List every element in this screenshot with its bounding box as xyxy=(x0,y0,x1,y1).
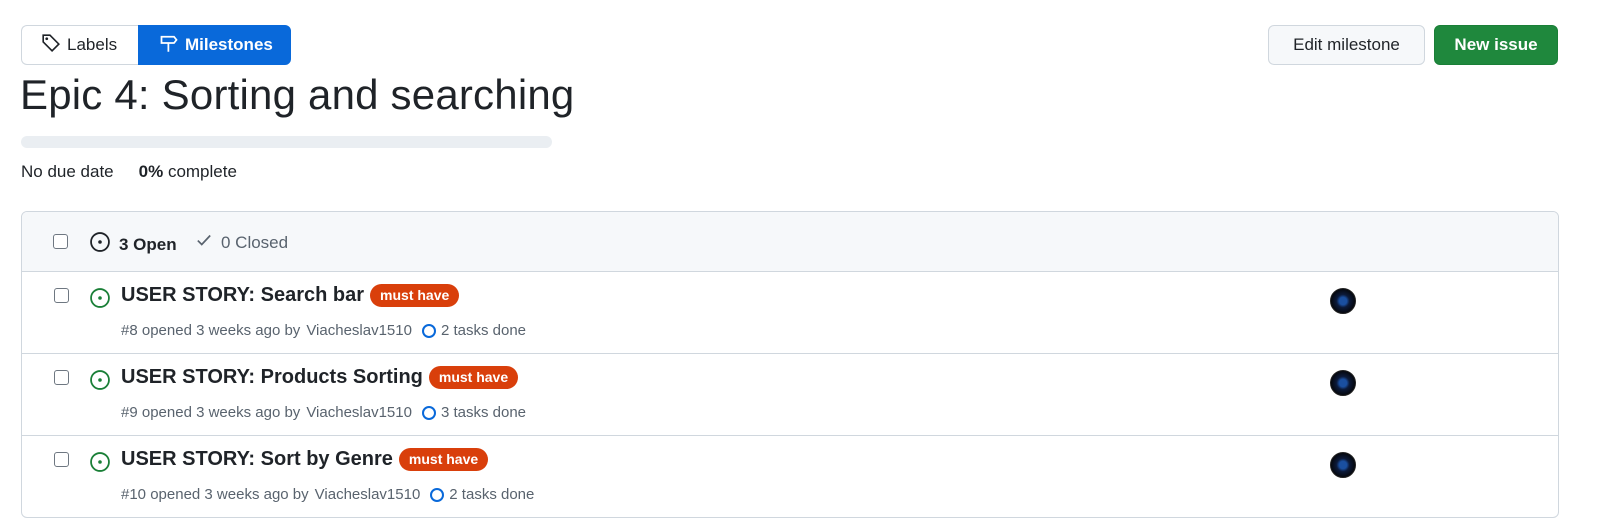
issue-tasks: 2 tasks done xyxy=(421,322,527,339)
issues-list-header: 3 Open 0 Closed xyxy=(22,212,1558,272)
milestone-title: Epic 4: Sorting and searching xyxy=(20,71,575,118)
assignee-avatar[interactable] xyxy=(1330,370,1356,396)
issue-opened-info: #10 opened 3 weeks ago by xyxy=(121,486,309,503)
issue-opened-icon xyxy=(89,287,111,314)
open-issues-filter[interactable]: 3 Open xyxy=(89,231,177,258)
tag-icon xyxy=(41,33,61,58)
issue-opened-icon xyxy=(89,231,111,258)
issue-label-badge[interactable]: must have xyxy=(370,284,460,307)
check-icon xyxy=(195,231,213,254)
issue-author-link[interactable]: Viacheslav1510 xyxy=(306,404,412,421)
labels-button[interactable]: Labels xyxy=(21,25,138,65)
issue-opened-info: #8 opened 3 weeks ago by xyxy=(121,322,301,339)
completion-status: 0% complete xyxy=(139,162,237,182)
progress-ring-icon xyxy=(421,405,436,420)
due-date: No due date xyxy=(21,162,114,181)
issue-tasks-label: 2 tasks done xyxy=(449,486,535,503)
labels-milestones-switcher: Labels Milestones xyxy=(21,25,291,65)
select-all-checkbox[interactable] xyxy=(53,234,68,249)
issues-list: 3 Open 0 Closed USER STORY: Search bar m… xyxy=(21,211,1559,518)
issue-tasks: 2 tasks done xyxy=(430,486,534,503)
milestones-button-label: Milestones xyxy=(185,35,273,54)
issue-checkbox[interactable] xyxy=(54,370,69,385)
issue-row: USER STORY: Products Sorting must have #… xyxy=(22,354,1558,436)
new-issue-button[interactable]: New issue xyxy=(1434,25,1558,65)
closed-issues-count: 0 Closed xyxy=(221,232,289,252)
open-issues-count: 3 Open xyxy=(119,234,177,254)
issue-row: USER STORY: Search bar must have #8 open… xyxy=(22,272,1558,354)
issue-author-link[interactable]: Viacheslav1510 xyxy=(306,322,412,339)
issue-title-link[interactable]: USER STORY: Sort by Genre xyxy=(121,448,393,471)
milestone-meta: No due date 0% complete xyxy=(21,162,237,182)
closed-issues-filter[interactable]: 0 Closed xyxy=(195,231,288,254)
issue-row: USER STORY: Sort by Genre must have #10 … xyxy=(22,436,1558,517)
milestones-button[interactable]: Milestones xyxy=(138,25,291,65)
issue-meta: #10 opened 3 weeks ago by Viacheslav1510… xyxy=(121,486,534,503)
issue-meta: #8 opened 3 weeks ago by Viacheslav1510 … xyxy=(121,322,526,339)
edit-milestone-button[interactable]: Edit milestone xyxy=(1268,25,1425,65)
issue-tasks: 3 tasks done xyxy=(421,404,527,421)
issue-title-line: USER STORY: Products Sorting must have xyxy=(121,366,519,389)
issue-title-link[interactable]: USER STORY: Search bar xyxy=(121,284,364,307)
completion-suffix: complete xyxy=(163,162,237,181)
assignee-avatar[interactable] xyxy=(1330,452,1356,478)
issue-meta: #9 opened 3 weeks ago by Viacheslav1510 … xyxy=(121,404,526,421)
labels-button-label: Labels xyxy=(67,35,118,54)
issue-tasks-label: 2 tasks done xyxy=(440,322,527,339)
milestone-progress-bar xyxy=(21,136,552,148)
issue-author-link[interactable]: Viacheslav1510 xyxy=(315,486,421,503)
issue-label-badge[interactable]: must have xyxy=(398,448,489,471)
completion-percent: 0% xyxy=(138,162,164,181)
issue-opened-icon xyxy=(89,369,111,396)
issue-title-line: USER STORY: Search bar must have xyxy=(121,284,460,307)
issue-title-link[interactable]: USER STORY: Products Sorting xyxy=(121,366,423,389)
issue-tasks-label: 3 tasks done xyxy=(440,404,527,421)
assignee-avatar[interactable] xyxy=(1330,288,1356,314)
issue-label-badge[interactable]: must have xyxy=(428,366,519,389)
issue-checkbox[interactable] xyxy=(54,288,69,303)
issue-title-line: USER STORY: Sort by Genre must have xyxy=(121,448,489,471)
progress-ring-icon xyxy=(421,323,436,338)
issue-checkbox[interactable] xyxy=(54,452,69,467)
milestone-icon xyxy=(159,33,179,58)
issue-opened-info: #9 opened 3 weeks ago by xyxy=(121,404,301,421)
progress-ring-icon xyxy=(430,487,445,502)
issue-opened-icon xyxy=(89,451,111,478)
